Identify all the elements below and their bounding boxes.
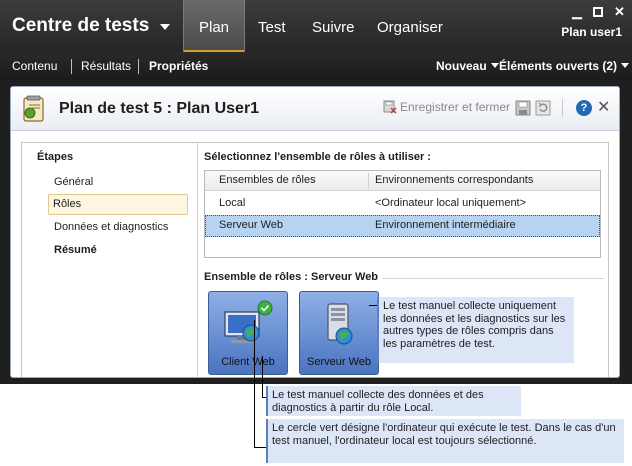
cell-environment: Environnement intermédiaire (375, 219, 516, 231)
close-icon[interactable]: ✕ (614, 5, 625, 18)
tile-label: Serveur Web (307, 356, 371, 368)
tab-test[interactable]: Test (258, 0, 286, 52)
open-items-menu[interactable]: Éléments ouverts (2) (499, 59, 630, 73)
role-tile-web-client[interactable]: Client Web (208, 291, 288, 375)
new-menu[interactable]: Nouveau (436, 59, 499, 73)
user-name[interactable]: Plan user1 (561, 25, 622, 39)
maximize-icon[interactable] (593, 7, 603, 17)
app-title: Centre de tests (12, 15, 150, 36)
divider (382, 278, 604, 279)
callout-green-circle: Le cercle vert désigne l'ordinateur qui … (266, 419, 624, 463)
callout-server-role: Le test manuel collecte uniquement les d… (377, 297, 574, 363)
app-titlebar: Centre de tests Plan Test Suivre Organis… (0, 0, 632, 52)
sub-navigation: Contenu Résultats Propriétés Nouveau Élé… (0, 52, 632, 80)
table-row[interactable]: Local <Ordinateur local uniquement> (205, 193, 600, 215)
save-close-icon (383, 100, 397, 114)
cell-role-set: Local (219, 197, 246, 209)
new-label: Nouveau (436, 59, 487, 73)
app-menu-chevron-down-icon[interactable] (160, 24, 170, 30)
table-header: Ensembles de rôles Environnements corres… (205, 171, 600, 191)
divider (562, 99, 563, 117)
divider (138, 59, 139, 74)
form-header: Plan de test 5 : Plan User1 Enregistrer … (11, 87, 619, 131)
column-divider[interactable] (368, 173, 369, 189)
tab-plan[interactable]: Plan (183, 0, 245, 52)
tile-label: Client Web (221, 356, 275, 368)
steps-panel: Étapes Général Rôles Données et diagnost… (22, 143, 198, 377)
table-row-selected[interactable]: Serveur Web Environnement intermédiaire (205, 215, 600, 237)
local-marker-icon (257, 300, 273, 316)
step-general[interactable]: Général (50, 173, 190, 194)
test-plan-icon (23, 95, 44, 122)
save-close-label: Enregistrer et fermer (400, 100, 511, 114)
chevron-down-icon (621, 63, 630, 68)
subnav-resultats[interactable]: Résultats (81, 59, 131, 73)
column-header-role-sets[interactable]: Ensembles de rôles (219, 174, 316, 186)
chevron-down-icon (490, 63, 499, 68)
save-and-close-button[interactable]: Enregistrer et fermer (383, 100, 510, 114)
role-set-prompt: Sélectionnez l'ensemble de rôles à utili… (204, 151, 431, 163)
minimize-icon[interactable]: ▁ (572, 5, 582, 18)
cell-role-set: Serveur Web (219, 219, 283, 231)
tab-organiser[interactable]: Organiser (377, 0, 443, 52)
tab-suivre[interactable]: Suivre (312, 0, 355, 52)
step-roles[interactable]: Rôles (48, 194, 188, 215)
step-summary[interactable]: Résumé (50, 241, 190, 262)
cell-environment: <Ordinateur local uniquement> (375, 197, 527, 209)
subnav-contenu[interactable]: Contenu (12, 59, 57, 73)
save-icon[interactable] (515, 100, 531, 116)
client-computer-icon (224, 300, 273, 343)
close-form-icon[interactable]: ✕ (597, 97, 610, 117)
callout-leader-line (262, 356, 263, 398)
refresh-icon[interactable] (535, 100, 551, 116)
help-icon[interactable]: ? (576, 100, 592, 116)
step-data-diagnostics[interactable]: Données et diagnostics (50, 218, 190, 239)
form-title: Plan de test 5 : Plan User1 (59, 100, 260, 117)
callout-local-role: Le test manuel collecte des données et d… (266, 386, 521, 416)
subnav-proprietes[interactable]: Propriétés (149, 59, 208, 73)
server-icon (327, 303, 353, 345)
role-set-label: Ensemble de rôles : Serveur Web (204, 271, 383, 283)
open-items-label: Éléments ouverts (2) (499, 59, 618, 73)
role-tile-web-server[interactable]: Serveur Web (299, 291, 379, 375)
role-sets-table: Ensembles de rôles Environnements corres… (204, 170, 601, 258)
steps-title: Étapes (37, 151, 74, 163)
callout-leader-line (254, 320, 255, 448)
divider (71, 59, 72, 74)
column-header-environments[interactable]: Environnements correspondants (375, 174, 533, 186)
